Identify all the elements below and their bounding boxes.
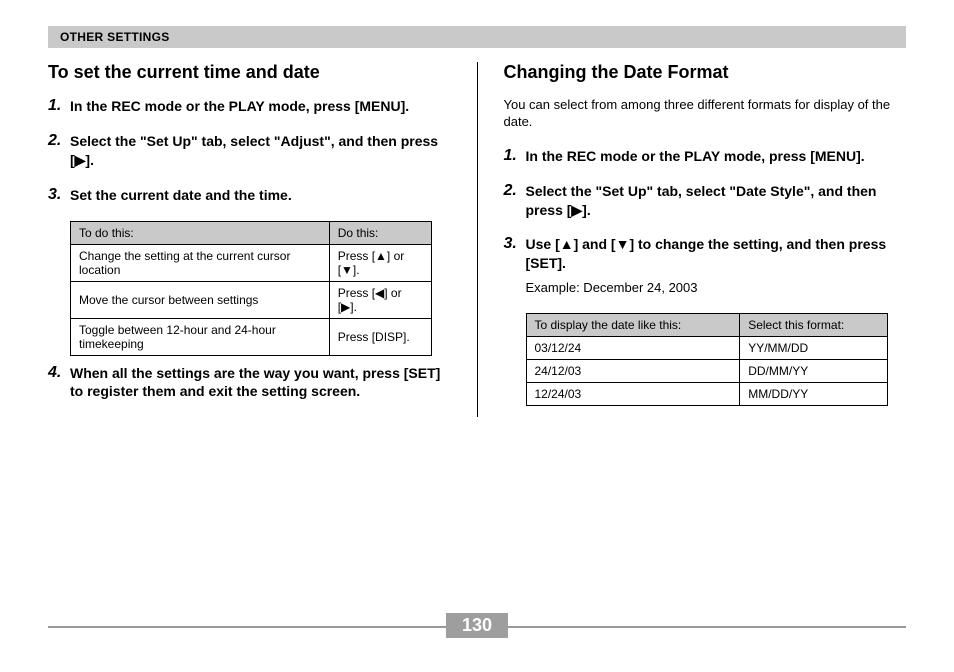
step-text-inner: Use [▲] and [▼] to change the setting, a… [526, 236, 887, 271]
table-cell: YY/MM/DD [740, 336, 888, 359]
left-column: To set the current time and date 1. In t… [48, 62, 451, 417]
right-title: Changing the Date Format [504, 62, 907, 83]
column-divider [477, 62, 478, 417]
step-text: When all the settings are the way you wa… [70, 364, 451, 402]
table-cell: Press [▲] or [▼]. [329, 244, 432, 281]
table-cell: Press [DISP]. [329, 318, 432, 355]
step-text: Select the "Set Up" tab, select "Date St… [526, 182, 907, 220]
table-row: 12/24/03 MM/DD/YY [526, 382, 887, 405]
page-number: 130 [446, 613, 508, 638]
manual-page: OTHER SETTINGS To set the current time a… [0, 26, 954, 672]
step-number: 4. [48, 364, 70, 402]
list-item: 4. When all the settings are the way you… [48, 364, 451, 402]
step-number: 1. [504, 147, 526, 166]
step-example: Example: December 24, 2003 [526, 279, 907, 297]
list-item: 1. In the REC mode or the PLAY mode, pre… [48, 97, 451, 116]
right-intro: You can select from among three differen… [504, 97, 907, 131]
two-column-layout: To set the current time and date 1. In t… [48, 62, 906, 417]
table-cell: 03/12/24 [526, 336, 740, 359]
table-cell: DD/MM/YY [740, 359, 888, 382]
left-title: To set the current time and date [48, 62, 451, 83]
table-row: To do this: Do this: [71, 221, 432, 244]
step-text: In the REC mode or the PLAY mode, press … [70, 97, 451, 116]
left-steps-cont: 4. When all the settings are the way you… [48, 364, 451, 402]
table-row: Move the cursor between settings Press [… [71, 281, 432, 318]
right-format-table: To display the date like this: Select th… [526, 313, 888, 406]
left-steps: 1. In the REC mode or the PLAY mode, pre… [48, 97, 451, 205]
list-item: 1. In the REC mode or the PLAY mode, pre… [504, 147, 907, 166]
right-steps: 1. In the REC mode or the PLAY mode, pre… [504, 147, 907, 297]
table-cell: MM/DD/YY [740, 382, 888, 405]
list-item: 3. Use [▲] and [▼] to change the setting… [504, 235, 907, 296]
table-header-cell: Select this format: [740, 313, 888, 336]
table-row: Toggle between 12-hour and 24-hour timek… [71, 318, 432, 355]
list-item: 3. Set the current date and the time. [48, 186, 451, 205]
list-item: 2. Select the "Set Up" tab, select "Adju… [48, 132, 451, 170]
step-text: Use [▲] and [▼] to change the setting, a… [526, 235, 907, 296]
table-cell: 12/24/03 [526, 382, 740, 405]
table-row: Change the setting at the current cursor… [71, 244, 432, 281]
table-cell: Change the setting at the current cursor… [71, 244, 330, 281]
step-number: 2. [48, 132, 70, 170]
table-row: To display the date like this: Select th… [526, 313, 887, 336]
section-header: OTHER SETTINGS [48, 26, 906, 48]
right-column: Changing the Date Format You can select … [504, 62, 907, 417]
list-item: 2. Select the "Set Up" tab, select "Date… [504, 182, 907, 220]
step-number: 1. [48, 97, 70, 116]
left-instruction-table: To do this: Do this: Change the setting … [70, 221, 432, 356]
table-cell: Press [◀] or [▶]. [329, 281, 432, 318]
step-text: In the REC mode or the PLAY mode, press … [526, 147, 907, 166]
table-header-cell: To do this: [71, 221, 330, 244]
table-header-cell: To display the date like this: [526, 313, 740, 336]
step-text: Select the "Set Up" tab, select "Adjust"… [70, 132, 451, 170]
step-number: 3. [48, 186, 70, 205]
table-cell: Toggle between 12-hour and 24-hour timek… [71, 318, 330, 355]
table-row: 03/12/24 YY/MM/DD [526, 336, 887, 359]
table-row: 24/12/03 DD/MM/YY [526, 359, 887, 382]
step-text: Set the current date and the time. [70, 186, 451, 205]
table-cell: 24/12/03 [526, 359, 740, 382]
table-header-cell: Do this: [329, 221, 432, 244]
step-number: 3. [504, 235, 526, 296]
step-number: 2. [504, 182, 526, 220]
table-cell: Move the cursor between settings [71, 281, 330, 318]
